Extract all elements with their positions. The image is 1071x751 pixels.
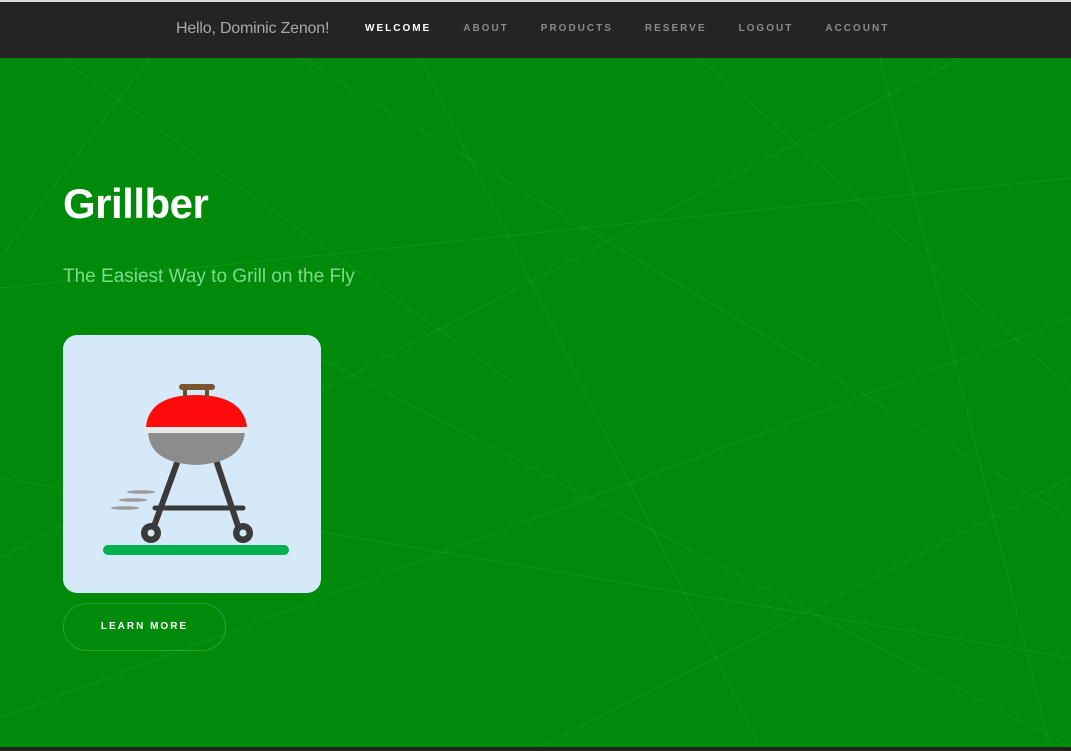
grill-icon: [103, 384, 289, 555]
nav-logout[interactable]: LOGOUT: [739, 23, 794, 34]
nav-reserve[interactable]: RESERVE: [645, 23, 707, 34]
nav-about[interactable]: ABOUT: [463, 23, 509, 34]
nav-products[interactable]: PRODUCTS: [541, 23, 613, 34]
top-navbar: Hello, Dominic Zenon! WELCOME ABOUT PROD…: [0, 0, 1071, 58]
page-subtitle: The Easiest Way to Grill on the Fly: [63, 266, 355, 287]
nav-welcome[interactable]: WELCOME: [365, 23, 431, 34]
page-title: Grillber: [63, 180, 209, 227]
nav-account[interactable]: ACCOUNT: [825, 23, 889, 34]
footer-strip: [0, 747, 1071, 751]
hero-section: Grillber The Easiest Way to Grill on the…: [0, 58, 1071, 747]
grill-illustration-card: [63, 335, 321, 593]
user-greeting: Hello, Dominic Zenon!: [176, 20, 330, 37]
main-nav: WELCOME ABOUT PRODUCTS RESERVE LOGOUT AC…: [365, 23, 921, 34]
learn-more-button[interactable]: LEARN MORE: [63, 603, 226, 651]
